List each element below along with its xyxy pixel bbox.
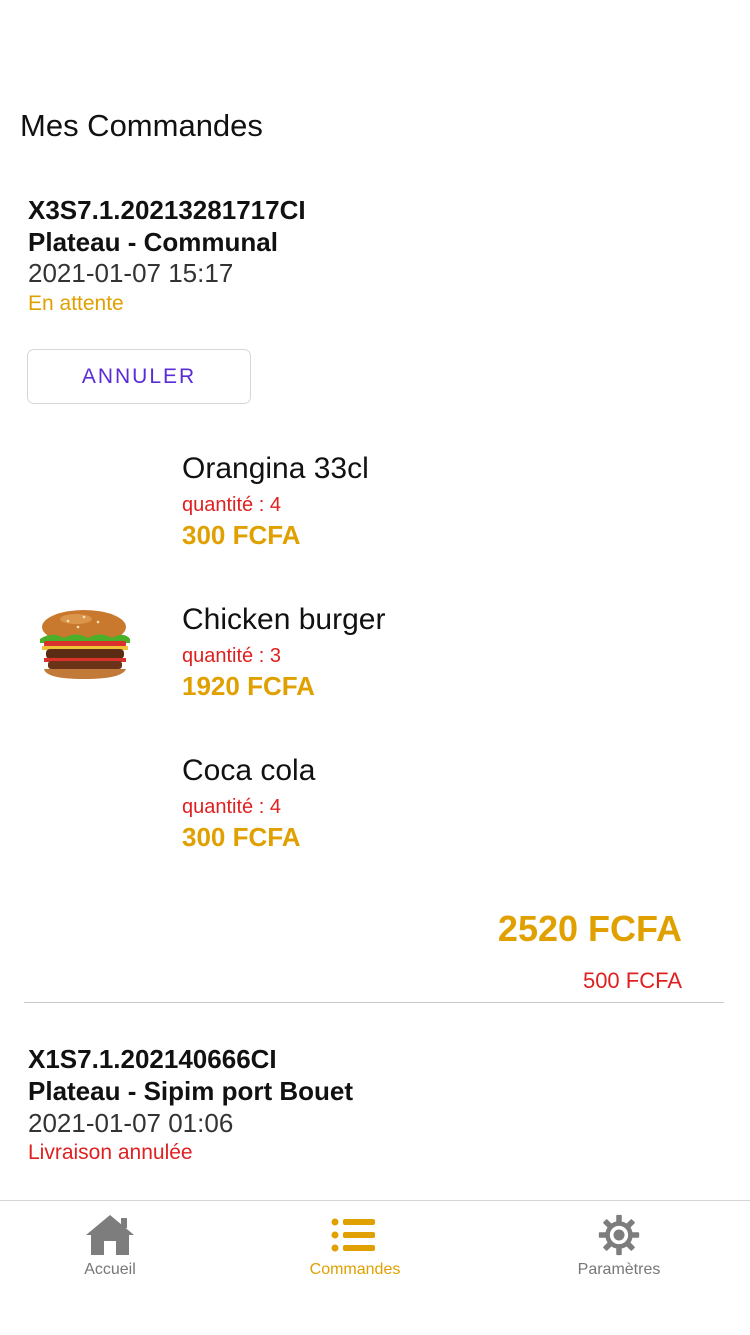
item-price: 300 FCFA — [182, 520, 301, 550]
order-place: Plateau - Sipim port Bouet — [28, 1076, 354, 1106]
cancel-button[interactable]: ANNULER — [27, 349, 251, 404]
order-place: Plateau - Communal — [28, 227, 278, 257]
tab-parametres[interactable]: Paramètres — [544, 1213, 694, 1283]
tab-accueil[interactable]: Accueil — [35, 1213, 185, 1283]
item-quantity: quantité : 3 — [182, 645, 281, 667]
list-item: Coca cola quantité : 4 300 FCFA — [0, 754, 750, 864]
item-price: 1920 FCFA — [182, 671, 315, 701]
tab-bar: Accueil Commandes Paramètres — [0, 1200, 750, 1335]
tab-label: Accueil — [84, 1261, 136, 1278]
item-name: Coca cola — [182, 754, 316, 787]
tab-label: Commandes — [309, 1261, 401, 1278]
list-item: Chicken burger quantité : 3 1920 FCFA — [0, 603, 750, 713]
order-date: 2021-01-07 01:06 — [28, 1108, 234, 1138]
gear-icon — [598, 1214, 640, 1256]
item-price: 300 FCFA — [182, 822, 301, 852]
order-status: Livraison annulée — [28, 1141, 193, 1164]
order-status: En attente — [28, 292, 124, 315]
order-total: 2520 FCFA — [497, 908, 682, 949]
list-item: Orangina 33cl quantité : 4 300 FCFA — [0, 452, 750, 562]
page-title: Mes Commandes — [20, 108, 263, 143]
order-id: X1S7.1.202140666CI — [28, 1044, 277, 1074]
item-quantity: quantité : 4 — [182, 796, 281, 818]
home-icon — [86, 1215, 134, 1255]
burger-image — [40, 610, 130, 679]
item-name: Chicken burger — [182, 603, 386, 636]
order-id: X3S7.1.20213281717CI — [28, 195, 306, 225]
item-quantity: quantité : 4 — [182, 494, 281, 516]
order-date: 2021-01-07 15:17 — [28, 258, 234, 288]
tab-label: Paramètres — [577, 1261, 661, 1278]
delivery-fee: 500 FCFA — [582, 968, 682, 993]
item-name: Orangina 33cl — [182, 452, 369, 485]
divider — [24, 1002, 724, 1003]
tab-commandes[interactable]: Commandes — [280, 1213, 430, 1283]
list-icon — [331, 1218, 375, 1252]
